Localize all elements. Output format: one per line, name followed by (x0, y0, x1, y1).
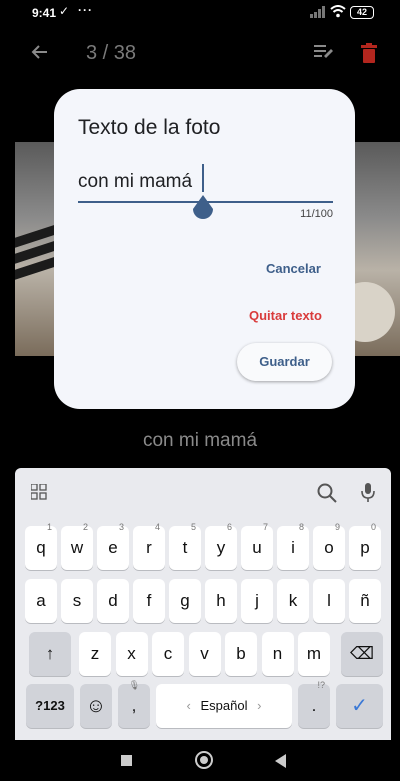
key-o[interactable]: o9 (313, 522, 345, 570)
app-bar: 3 / 38 (0, 30, 400, 78)
key-hint: 8 (298, 522, 304, 532)
key-y[interactable]: y6 (205, 522, 237, 570)
key-hint: 4 (154, 522, 160, 532)
battery-icon: 42 (350, 6, 374, 19)
key-label: w (70, 538, 84, 557)
keyboard-toolbar (15, 468, 391, 518)
key-hint: 6 (226, 522, 232, 532)
status-time: 9:41 (32, 6, 57, 20)
status-bar: 9:41 ✓ ··· 42 (0, 0, 400, 26)
key-b[interactable]: b (225, 632, 257, 676)
key-hint: 1 (46, 522, 52, 532)
home-button[interactable] (195, 751, 213, 769)
save-button[interactable]: Guardar (237, 343, 332, 381)
key-k[interactable]: k (277, 579, 309, 623)
space-right-arrow: › (257, 698, 262, 713)
photo-caption: con mi mamá (142, 430, 258, 451)
key-w[interactable]: w2 (61, 522, 93, 570)
key-r[interactable]: r4 (133, 522, 165, 570)
key-label: p (360, 538, 370, 557)
key-n[interactable]: n (261, 632, 294, 676)
key-g[interactable]: g (169, 579, 201, 623)
key-hint: 2 (82, 522, 88, 532)
key-l[interactable]: l (313, 579, 345, 623)
key-label: u (252, 538, 262, 557)
remove-text-button[interactable]: Quitar texto (249, 308, 322, 323)
key-hint: 7 (262, 522, 268, 532)
apps-grid-icon[interactable] (30, 483, 47, 505)
key-label: r (146, 538, 152, 557)
key-label: y (216, 538, 226, 557)
keyboard: q1w2e3r4t5y6u7i8o9p0 asdfghjklñ ↑ ⌫ zxcv… (15, 468, 391, 740)
caption-dialog: Texto de la foto con mi mamá 11/100 Canc… (54, 89, 355, 409)
key-hint: 3 (118, 522, 124, 532)
key-e[interactable]: e3 (97, 522, 129, 570)
backspace-key[interactable]: ⌫ (341, 632, 383, 676)
recents-button[interactable] (121, 755, 132, 766)
character-counter: 11/100 (300, 208, 333, 220)
period-key[interactable]: . !? (298, 680, 330, 728)
edit-caption-icon[interactable] (314, 44, 334, 65)
key-hint: 0 (370, 522, 376, 532)
period-label: . (311, 696, 317, 715)
key-t[interactable]: t5 (169, 522, 201, 570)
text-cursor (202, 164, 204, 192)
space-key[interactable]: ‹ Español › (156, 684, 292, 728)
wifi-icon (330, 5, 346, 21)
caption-field[interactable]: con mi mamá 11/100 (78, 164, 333, 220)
space-language-label: Español (200, 698, 248, 713)
shift-key[interactable]: ↑ (29, 632, 71, 676)
key-j[interactable]: j (241, 579, 273, 623)
key-a[interactable]: a (25, 579, 57, 623)
key-v[interactable]: v (188, 632, 221, 676)
key-label: e (108, 538, 118, 557)
back-button[interactable] (275, 754, 286, 768)
key-c[interactable]: c (152, 632, 184, 676)
key-label: o (324, 538, 334, 557)
key-f[interactable]: f (133, 579, 165, 623)
navigation-bar (0, 745, 400, 781)
check-icon: ✓ (59, 4, 70, 18)
emoji-key[interactable]: ☺ (80, 684, 112, 728)
delete-icon[interactable] (361, 43, 377, 68)
key-p[interactable]: p0 (349, 522, 381, 570)
key-i[interactable]: i8 (277, 522, 309, 570)
enter-key[interactable]: ✓ (336, 684, 383, 728)
key-d[interactable]: d (97, 579, 129, 623)
key-label: i (291, 538, 295, 557)
key-ñ[interactable]: ñ (349, 579, 381, 623)
key-s[interactable]: s (61, 579, 93, 623)
more-notifications-icon: ··· (78, 3, 93, 17)
space-left-arrow: ‹ (186, 698, 191, 713)
key-h[interactable]: h (205, 579, 237, 623)
cancel-button[interactable]: Cancelar (266, 261, 321, 276)
photo-counter: 3 / 38 (86, 42, 137, 64)
key-hint: 9 (334, 522, 340, 532)
comma-key[interactable]: , 🎙 (118, 680, 150, 728)
key-hint: 5 (190, 522, 196, 532)
microphone-icon[interactable] (360, 483, 376, 508)
search-icon[interactable] (317, 483, 337, 508)
key-u[interactable]: u7 (241, 522, 273, 570)
key-q[interactable]: q1 (25, 522, 57, 570)
key-label: t (182, 538, 188, 557)
symbols-key[interactable]: ?123 (26, 684, 74, 728)
back-arrow-icon[interactable] (30, 42, 50, 67)
cursor-handle[interactable] (191, 195, 215, 223)
signal-icon (310, 6, 326, 21)
period-hint: !? (317, 680, 325, 690)
key-label: q (36, 538, 46, 557)
caption-input[interactable]: con mi mamá (78, 167, 333, 197)
screen: 9:41 ✓ ··· 42 3 / 38 con mi mamá Texto d… (0, 0, 400, 781)
dialog-title: Texto de la foto (78, 116, 221, 139)
mic-hint-icon: 🎙 (128, 680, 140, 690)
key-z[interactable]: z (79, 632, 111, 676)
key-m[interactable]: m (298, 632, 330, 676)
